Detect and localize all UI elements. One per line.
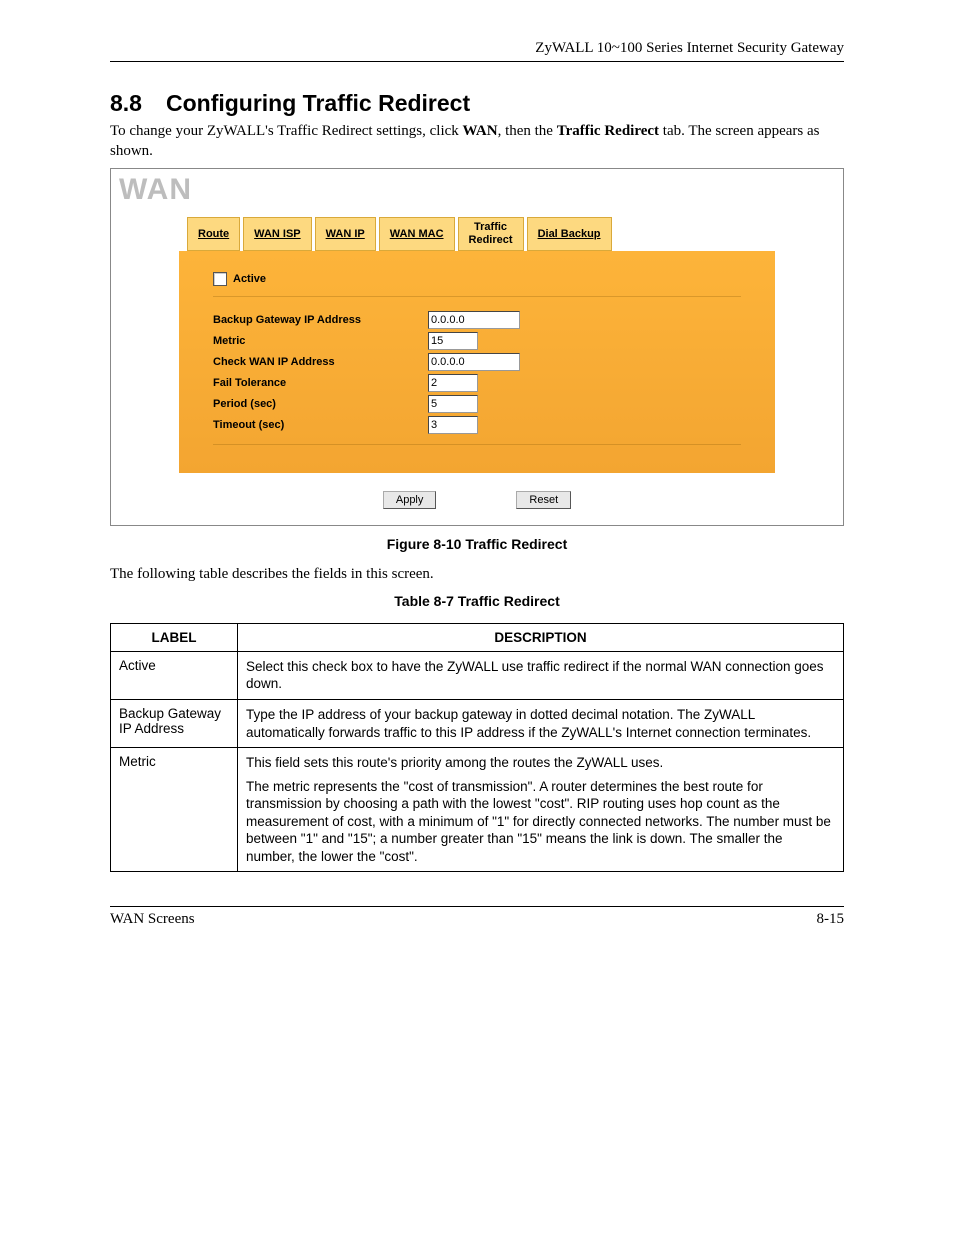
tab-wan-mac[interactable]: WAN MAC [379, 217, 455, 251]
footer-right: 8-15 [817, 911, 845, 928]
description-table: LABEL DESCRIPTION Active Select this che… [110, 623, 844, 872]
divider [213, 444, 741, 445]
button-row: Apply Reset [179, 473, 775, 521]
tab-traffic-redirect[interactable]: TrafficRedirect [458, 217, 524, 251]
backup-gateway-label: Backup Gateway IP Address [213, 314, 428, 326]
header-description: DESCRIPTION [238, 623, 844, 651]
reset-button[interactable]: Reset [516, 491, 571, 509]
row-label: Backup Gateway IP Address [111, 699, 238, 747]
apply-button[interactable]: Apply [383, 491, 437, 509]
figure-caption: Figure 8-10 Traffic Redirect [110, 536, 844, 552]
timeout-input[interactable] [428, 416, 478, 434]
tab-dial-backup[interactable]: Dial Backup [527, 217, 612, 251]
running-header: ZyWALL 10~100 Series Internet Security G… [110, 40, 844, 62]
table-row: Active Select this check box to have the… [111, 651, 844, 699]
table-row: Metric This field sets this route's prio… [111, 748, 844, 872]
following-text: The following table describes the fields… [110, 566, 844, 583]
section-title-text: Configuring Traffic Redirect [166, 90, 470, 116]
screenshot-panel: WAN Route WAN ISP WAN IP WAN MAC Traffic… [110, 168, 844, 526]
period-label: Period (sec) [213, 398, 428, 410]
fail-tolerance-label: Fail Tolerance [213, 377, 428, 389]
fail-tolerance-input[interactable] [428, 374, 478, 392]
table-caption: Table 8-7 Traffic Redirect [110, 593, 844, 609]
row-desc: Type the IP address of your backup gatew… [238, 699, 844, 747]
row-desc: Select this check box to have the ZyWALL… [238, 651, 844, 699]
active-row: Active [213, 272, 741, 286]
timeout-label: Timeout (sec) [213, 419, 428, 431]
tab-wan-isp[interactable]: WAN ISP [243, 217, 311, 251]
header-label: LABEL [111, 623, 238, 651]
period-input[interactable] [428, 395, 478, 413]
tab-bar: Route WAN ISP WAN IP WAN MAC TrafficRedi… [111, 207, 843, 251]
tab-route[interactable]: Route [187, 217, 240, 251]
table-header-row: LABEL DESCRIPTION [111, 623, 844, 651]
check-wan-input[interactable] [428, 353, 520, 371]
active-label: Active [233, 273, 266, 285]
active-checkbox[interactable] [213, 272, 227, 286]
section-number: 8.8 [110, 90, 142, 117]
screen-title: WAN [111, 169, 843, 207]
row-desc: This field sets this route's priority am… [238, 748, 844, 872]
table-row: Backup Gateway IP Address Type the IP ad… [111, 699, 844, 747]
tab-wan-ip[interactable]: WAN IP [315, 217, 376, 251]
metric-label: Metric [213, 335, 428, 347]
footer-left: WAN Screens [110, 911, 195, 928]
row-label: Metric [111, 748, 238, 872]
intro-paragraph: To change your ZyWALL's Traffic Redirect… [110, 121, 844, 162]
backup-gateway-input[interactable] [428, 311, 520, 329]
page-footer: WAN Screens 8-15 [110, 906, 844, 928]
check-wan-label: Check WAN IP Address [213, 356, 428, 368]
row-label: Active [111, 651, 238, 699]
section-heading: 8.8 Configuring Traffic Redirect [110, 90, 844, 117]
metric-input[interactable] [428, 332, 478, 350]
form-panel: Active Backup Gateway IP Address Metric … [179, 251, 775, 473]
divider [213, 296, 741, 297]
